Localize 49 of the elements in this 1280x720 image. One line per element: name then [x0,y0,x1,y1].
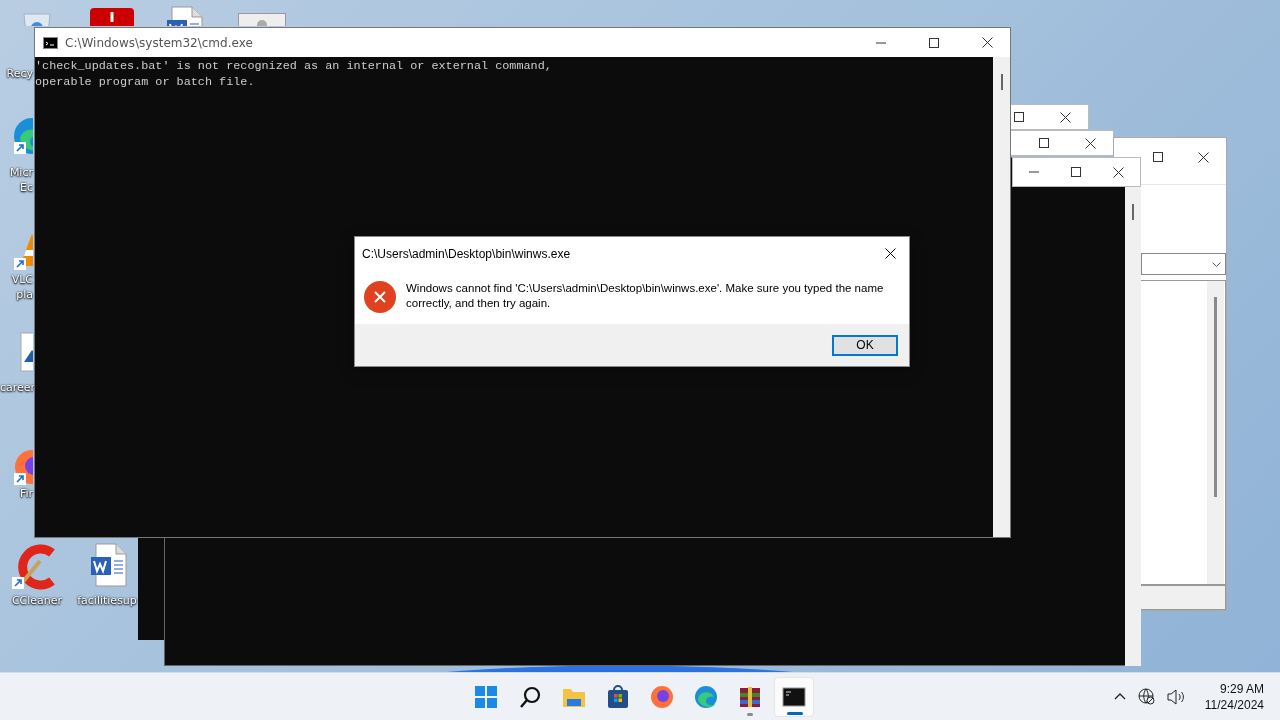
scrollbar[interactable] [1125,187,1141,666]
store-icon[interactable] [606,684,630,709]
maximize-icon[interactable] [1071,167,1081,177]
search-icon[interactable] [518,684,542,709]
icon-label: Micr Ec [8,165,33,195]
icon-label: facilitiesup [76,593,138,608]
maximize-icon[interactable] [929,37,939,48]
close-icon[interactable] [885,248,896,259]
firefox-icon[interactable] [650,684,674,709]
console-line: 'check_updates.bat' is not recognized as an internal or external command, [35,58,552,74]
dropdown[interactable] [1141,253,1226,275]
window-title: C:\Windows\system32\cmd.exe [65,35,254,50]
chevron-down-icon [1212,261,1221,267]
start-icon[interactable] [474,684,498,709]
icon-label: Recy [5,66,33,81]
icon-label: CCleaner [10,593,64,608]
maximize-icon[interactable] [1039,138,1049,148]
scrollbar[interactable] [993,57,1010,537]
scrollbar[interactable] [1207,281,1224,584]
terminal-icon[interactable] [782,684,806,709]
image-file-icon[interactable] [20,332,33,372]
books-icon[interactable] [738,684,762,709]
taskbar-item[interactable] [774,676,814,717]
close-icon[interactable] [981,37,993,48]
edge-icon[interactable] [694,684,718,709]
ok-button[interactable]: OK [832,334,898,356]
word-document-icon[interactable] [90,543,128,587]
dialog-title: C:\Users\admin\Desktop\bin\winws.exe [362,246,572,261]
error-message: Windows cannot find 'C:\Users\admin\Desktop\bin\winws.exe'. Make sure you typed the name correctly, and then try again. [406,281,885,311]
error-icon [364,281,396,313]
close-icon[interactable] [1084,137,1096,149]
icon-label: career [0,380,33,395]
icon-label: VLC pla [10,272,33,302]
maximize-icon[interactable] [1014,112,1024,122]
document-icon[interactable] [90,8,134,26]
speaker-icon[interactable] [1166,688,1185,705]
console-line: operable program or batch file. [35,74,255,90]
maximize-icon[interactable] [1152,152,1163,162]
chevron-up-icon[interactable] [1113,693,1126,700]
clock-date[interactable]: 11/24/2024 [1204,696,1264,713]
close-icon[interactable] [1113,166,1124,178]
globe-icon[interactable] [1137,688,1155,705]
clock-time[interactable]: 9:29 AM [1219,680,1264,697]
minimize-icon[interactable] [876,41,886,44]
close-icon[interactable] [1059,111,1071,123]
icon-label: Fir [18,486,33,501]
close-icon[interactable] [1197,151,1209,163]
word-document-icon[interactable] [166,6,204,26]
console-icon [43,36,58,49]
